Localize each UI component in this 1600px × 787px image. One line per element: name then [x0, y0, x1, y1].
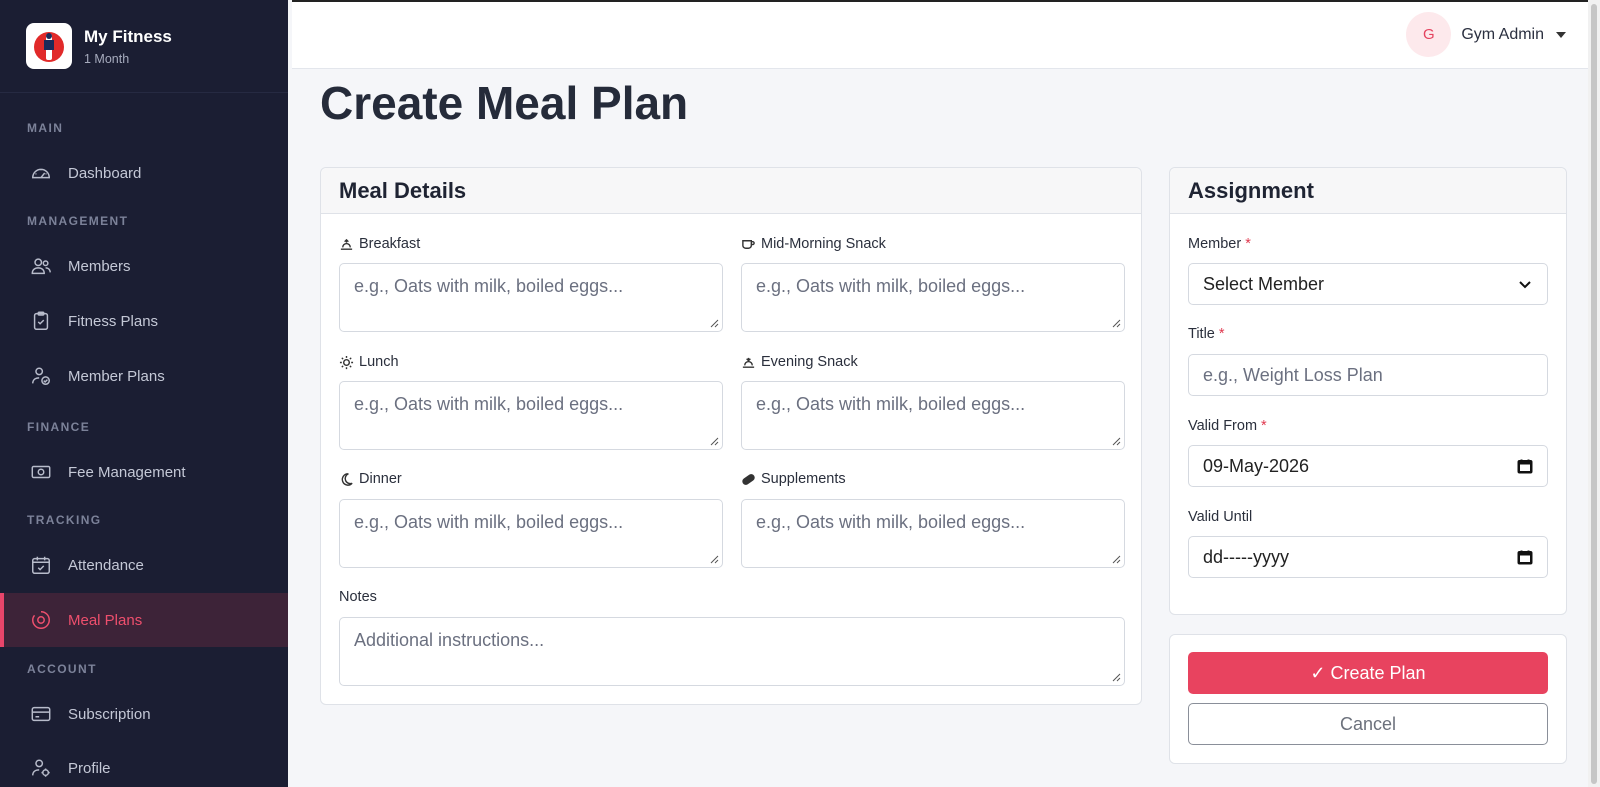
- actions-card: ✓ Create Plan Cancel: [1169, 634, 1567, 764]
- title-input[interactable]: e.g., Weight Loss Plan: [1188, 354, 1548, 396]
- sunset-icon: [742, 357, 755, 368]
- sidebar-item-member-plans[interactable]: Member Plans: [0, 349, 288, 403]
- sidebar-item-members[interactable]: Members: [0, 239, 288, 293]
- sidebar-item-label: Fee Management: [68, 463, 186, 481]
- brand[interactable]: My Fitness 1 Month: [0, 0, 288, 93]
- clipboard-check-icon: [33, 311, 49, 330]
- sidebar-item-meal-plans[interactable]: Meal Plans: [0, 593, 288, 647]
- meal-details-header: Meal Details: [321, 168, 1141, 214]
- assignment-card: Assignment Member * Select Member Title * …: [1169, 167, 1567, 615]
- brand-name: My Fitness: [84, 26, 172, 46]
- sidebar-item-fee-management[interactable]: Fee Management: [0, 445, 288, 499]
- brand-subtitle: 1 Month: [84, 51, 130, 66]
- scrollbar-thumb[interactable]: [1591, 4, 1597, 784]
- sidebar-item-fitness-plans[interactable]: Fitness Plans: [0, 294, 288, 348]
- dinner-textarea[interactable]: e.g., Oats with milk, boiled eggs...: [339, 499, 723, 568]
- calendar-icon[interactable]: [1517, 549, 1533, 565]
- meal-icon: [32, 611, 50, 629]
- section-management: MANAGEMENT: [27, 214, 129, 228]
- create-plan-button[interactable]: ✓ Create Plan: [1188, 652, 1548, 694]
- capsule-icon: [742, 473, 755, 485]
- section-account: ACCOUNT: [27, 662, 97, 676]
- sidebar-item-label: Meal Plans: [68, 611, 143, 629]
- sidebar-item-profile[interactable]: Profile: [0, 741, 288, 787]
- resize-grip-icon[interactable]: [1112, 555, 1121, 564]
- credit-card-icon: [31, 706, 51, 722]
- sidebar-item-label: Fitness Plans: [68, 312, 159, 330]
- sidebar-item-label: Subscription: [68, 705, 151, 723]
- member-select[interactable]: Select Member: [1188, 263, 1548, 305]
- sidebar-item-label: Dashboard: [68, 164, 142, 182]
- section-tracking: TRACKING: [27, 513, 102, 527]
- cash-icon: [31, 465, 51, 479]
- notes-textarea[interactable]: Additional instructions...: [339, 617, 1125, 686]
- sidebar-item-subscription[interactable]: Subscription: [0, 687, 288, 741]
- calendar-icon[interactable]: [1517, 458, 1533, 474]
- valid-from-date-input[interactable]: 09-May-2026: [1188, 445, 1548, 487]
- supplements-label: Supplements: [741, 471, 846, 487]
- valid-until-label: Valid Until: [1188, 509, 1253, 525]
- sidebar-item-attendance[interactable]: Attendance: [0, 538, 288, 592]
- topbar: G Gym Admin: [292, 0, 1600, 69]
- page-title: Create Meal Plan: [320, 77, 689, 129]
- sidebar-item-label: Profile: [68, 759, 111, 777]
- meal-details-card: Meal Details Breakfast e.g., Oats with m…: [320, 167, 1142, 705]
- cup-icon: [742, 239, 755, 249]
- section-main: MAIN: [27, 121, 64, 135]
- sidebar-item-label: Member Plans: [68, 367, 165, 385]
- user-name: Gym Admin: [1461, 25, 1544, 43]
- evening-snack-textarea[interactable]: e.g., Oats with milk, boiled eggs...: [741, 381, 1125, 450]
- speedometer-icon: [32, 168, 50, 179]
- sun-icon: [339, 355, 354, 369]
- breakfast-label: Breakfast: [339, 236, 420, 252]
- breakfast-textarea[interactable]: e.g., Oats with milk, boiled eggs...: [339, 263, 723, 332]
- section-finance: FINANCE: [27, 420, 91, 434]
- cancel-button[interactable]: Cancel: [1188, 703, 1548, 745]
- lunch-label: Lunch: [339, 354, 399, 370]
- chevron-down-icon: [1519, 281, 1531, 289]
- mid-morning-snack-label: Mid-Morning Snack: [741, 236, 886, 252]
- valid-until-date-input[interactable]: dd-----yyyy: [1188, 536, 1548, 578]
- user-menu[interactable]: G Gym Admin: [1406, 12, 1566, 57]
- avatar: G: [1406, 12, 1452, 57]
- assignment-header: Assignment: [1170, 168, 1566, 214]
- resize-grip-icon[interactable]: [710, 555, 719, 564]
- member-label: Member *: [1188, 236, 1251, 252]
- title-label: Title *: [1188, 326, 1225, 342]
- moon-icon: [341, 472, 353, 486]
- page-scrollbar[interactable]: [1588, 0, 1600, 787]
- person-check-icon: [32, 367, 50, 385]
- dinner-label: Dinner: [339, 471, 402, 487]
- resize-grip-icon[interactable]: [710, 319, 719, 328]
- evening-snack-label: Evening Snack: [741, 354, 858, 370]
- resize-grip-icon[interactable]: [1112, 319, 1121, 328]
- notes-label: Notes: [339, 589, 377, 605]
- chevron-down-icon: [1556, 31, 1566, 38]
- resize-grip-icon[interactable]: [1112, 437, 1121, 446]
- sidebar-item-dashboard[interactable]: Dashboard: [0, 146, 288, 200]
- resize-grip-icon[interactable]: [1112, 673, 1121, 682]
- sidebar-item-label: Members: [68, 257, 131, 275]
- resize-grip-icon[interactable]: [710, 437, 719, 446]
- lunch-textarea[interactable]: e.g., Oats with milk, boiled eggs...: [339, 381, 723, 450]
- mid-morning-snack-textarea[interactable]: e.g., Oats with milk, boiled eggs...: [741, 263, 1125, 332]
- person-gear-icon: [32, 759, 50, 777]
- people-icon: [31, 258, 51, 275]
- sidebar: My Fitness 1 Month MAIN Dashboard MANAGE…: [0, 0, 288, 787]
- sunrise-icon: [340, 238, 353, 250]
- valid-from-label: Valid From *: [1188, 418, 1267, 434]
- sidebar-item-label: Attendance: [68, 556, 144, 574]
- calendar-check-icon: [32, 556, 50, 574]
- brand-logo: [26, 23, 72, 69]
- supplements-textarea[interactable]: e.g., Oats with milk, boiled eggs...: [741, 499, 1125, 568]
